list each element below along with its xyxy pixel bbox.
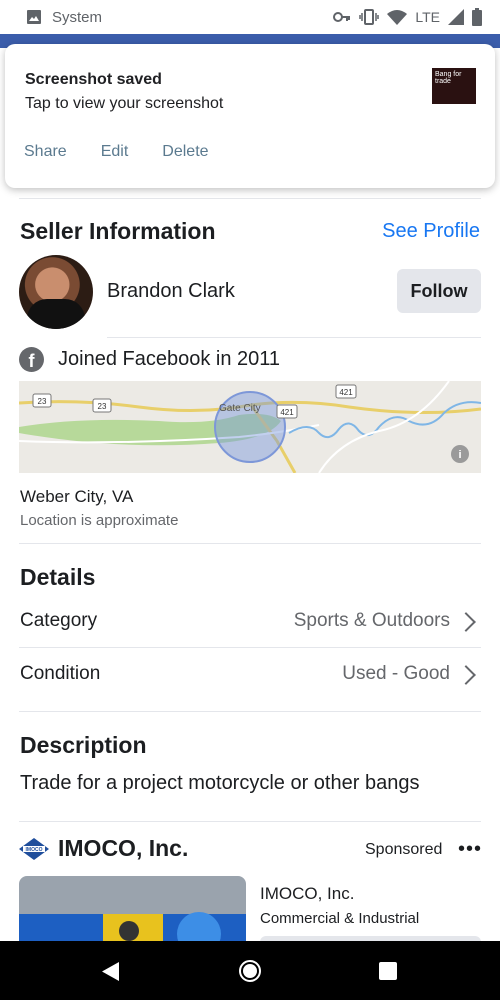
image-icon bbox=[27, 10, 41, 24]
condition-value: Used - Good bbox=[342, 663, 450, 684]
chevron-right-icon bbox=[456, 612, 476, 632]
network-type: LTE bbox=[415, 9, 440, 25]
facebook-icon: f bbox=[19, 347, 44, 372]
status-bar: System LTE bbox=[0, 0, 500, 34]
description-heading: Description bbox=[20, 732, 147, 758]
imoco-logo-icon[interactable]: IMOCO bbox=[19, 838, 49, 860]
category-value: Sports & Outdoors bbox=[293, 610, 450, 631]
sponsored-label: Sponsored bbox=[365, 841, 443, 858]
map-place-label: Gate City bbox=[219, 403, 261, 414]
divider bbox=[19, 543, 481, 544]
divider bbox=[19, 198, 481, 199]
see-profile-link[interactable]: See Profile bbox=[382, 220, 480, 243]
ad-title: IMOCO, Inc. bbox=[260, 884, 355, 903]
description-text: Trade for a project motorcycle or other … bbox=[20, 772, 420, 794]
avatar-shirt bbox=[27, 299, 85, 329]
home-icon[interactable] bbox=[238, 959, 262, 983]
map-graphic: 23 23 421 421 Gate City i bbox=[19, 381, 481, 473]
delete-button[interactable]: Delete bbox=[162, 143, 208, 161]
ad-subtitle: Commercial & Industrial bbox=[260, 910, 420, 927]
share-button[interactable]: Share bbox=[24, 143, 67, 161]
vibrate-icon bbox=[359, 9, 380, 25]
category-label: Category bbox=[20, 610, 98, 631]
back-icon[interactable] bbox=[101, 962, 120, 981]
location-city: Weber City, VA bbox=[20, 487, 134, 506]
divider bbox=[19, 821, 481, 822]
ad-image-graphic bbox=[19, 912, 246, 946]
avatar[interactable] bbox=[19, 255, 93, 329]
notification-actions: Share Edit Delete bbox=[24, 143, 209, 161]
chevron-right-icon bbox=[456, 665, 476, 685]
seller-name[interactable]: Brandon Clark bbox=[107, 280, 235, 303]
battery-icon bbox=[472, 8, 482, 26]
screenshot-thumbnail[interactable]: Bang for trade bbox=[432, 68, 476, 104]
key-icon bbox=[333, 12, 351, 22]
seller-heading: Seller Information bbox=[20, 218, 216, 244]
map-road-label: 421 bbox=[280, 408, 294, 417]
map-road-label: 23 bbox=[98, 402, 107, 411]
follow-button[interactable]: Follow bbox=[397, 269, 481, 313]
map-road-label: 421 bbox=[339, 388, 353, 397]
screenshot-notification[interactable]: Screenshot saved Tap to view your screen… bbox=[5, 44, 495, 188]
signal-icon bbox=[448, 9, 464, 25]
map-road-label: 23 bbox=[38, 397, 47, 406]
advertiser-name[interactable]: IMOCO, Inc. bbox=[58, 835, 188, 862]
status-app-label: System bbox=[52, 8, 103, 26]
location-map[interactable]: 23 23 421 421 Gate City i bbox=[19, 381, 481, 473]
navigation-bar bbox=[0, 941, 500, 1000]
condition-label: Condition bbox=[20, 663, 101, 684]
svg-text:i: i bbox=[458, 449, 461, 461]
ad-image[interactable] bbox=[19, 876, 246, 946]
joined-facebook-text: Joined Facebook in 2011 bbox=[58, 348, 281, 370]
divider bbox=[107, 337, 481, 338]
location-note: Location is approximate bbox=[20, 512, 179, 529]
edit-button[interactable]: Edit bbox=[101, 143, 129, 161]
thumbnail-text: Bang for trade bbox=[435, 71, 462, 85]
wifi-icon bbox=[387, 10, 408, 25]
notification-title: Screenshot saved bbox=[25, 71, 162, 88]
divider bbox=[19, 647, 481, 648]
recents-icon[interactable] bbox=[379, 962, 397, 980]
notification-subtitle: Tap to view your screenshot bbox=[25, 95, 224, 112]
details-heading: Details bbox=[20, 564, 96, 590]
logo-text: IMOCO bbox=[26, 847, 43, 853]
more-options-icon[interactable]: ••• bbox=[458, 838, 482, 861]
divider bbox=[19, 711, 481, 712]
